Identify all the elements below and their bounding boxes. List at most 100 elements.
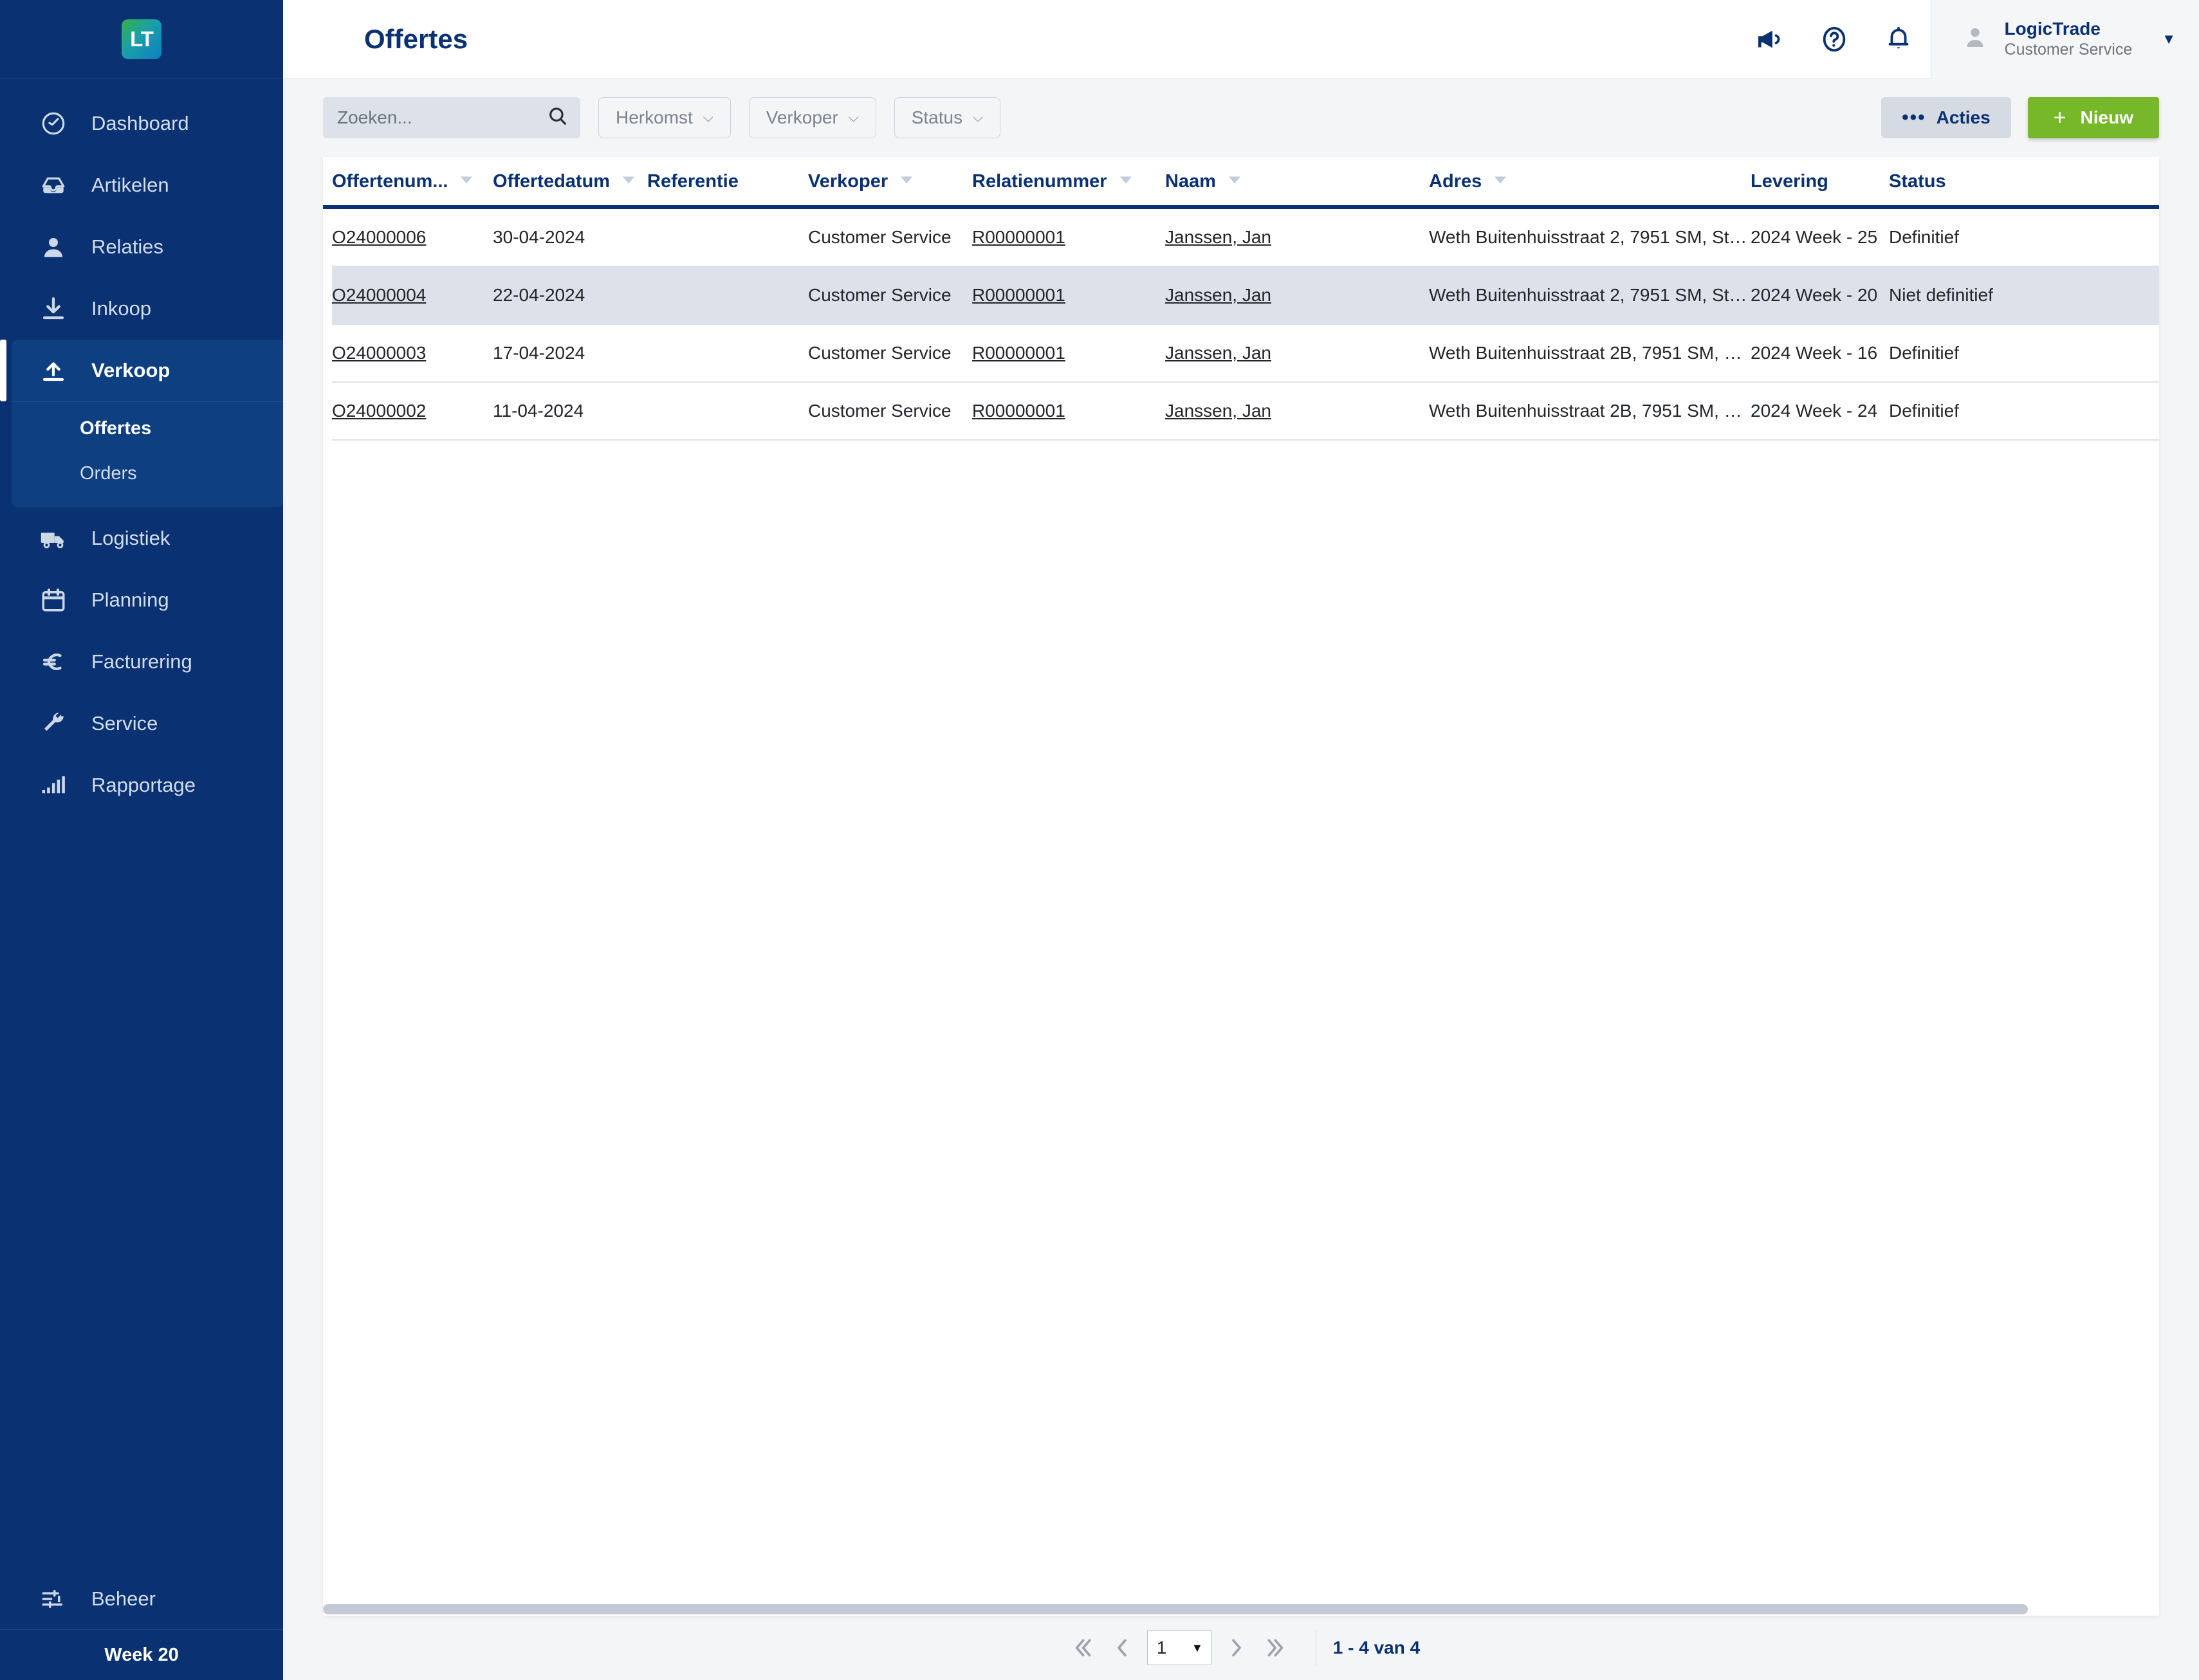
- chevron-down-icon[interactable]: ▼: [2162, 31, 2176, 48]
- last-page-button[interactable]: [1256, 1628, 1296, 1668]
- search-icon[interactable]: [547, 105, 569, 131]
- app-root: LT Dashboard Artikelen Relaties Inkoop V…: [0, 0, 2199, 1680]
- next-page-button[interactable]: [1217, 1628, 1256, 1668]
- acties-button[interactable]: ••• Acties: [1881, 97, 2011, 138]
- chevron-down-icon: ⌵: [973, 110, 984, 125]
- scrollbar-thumb[interactable]: [323, 1604, 2028, 1614]
- nieuw-label: Nieuw: [2080, 107, 2133, 127]
- offerte-link[interactable]: O24000004: [332, 285, 426, 305]
- user-role: Customer Service: [2004, 41, 2133, 59]
- sort-triangle-icon[interactable]: [1228, 171, 1242, 192]
- megaphone-icon[interactable]: [1738, 0, 1802, 78]
- help-circle-icon[interactable]: [1802, 0, 1866, 78]
- user-menu[interactable]: LogicTrade Customer Service ▼: [1930, 0, 2199, 78]
- relatie-link[interactable]: R00000001: [972, 285, 1065, 305]
- sidebar-item-label: Planning: [91, 589, 169, 611]
- column-header-offertedatum[interactable]: Offertedatum: [493, 157, 647, 205]
- sidebar-bottom: Beheer Week 20: [0, 1568, 283, 1680]
- upload-icon: [40, 357, 69, 384]
- sidebar-item-verkoop[interactable]: Verkoop: [0, 340, 283, 401]
- sort-triangle-icon[interactable]: [459, 171, 474, 192]
- truck-icon: [40, 525, 69, 552]
- sidebar-item-facturering[interactable]: Facturering: [0, 631, 283, 693]
- column-header-referentie[interactable]: Referentie: [647, 157, 808, 205]
- naam-link[interactable]: Janssen, Jan: [1165, 227, 1271, 247]
- column-header-levering[interactable]: Levering: [1751, 157, 1889, 205]
- cell-status: Niet definitief: [1889, 285, 1993, 305]
- column-header-naam[interactable]: Naam: [1165, 157, 1429, 205]
- sidebar-item-planning[interactable]: Planning: [0, 569, 283, 631]
- logictrade-logo[interactable]: LT: [122, 19, 161, 59]
- cell-levering: 2024 Week - 20: [1751, 285, 1878, 305]
- naam-link[interactable]: Janssen, Jan: [1165, 401, 1271, 421]
- column-header-adres[interactable]: Adres: [1429, 157, 1751, 205]
- table-row[interactable]: O24000003 17-04-2024 Customer Service R0…: [332, 324, 2159, 382]
- relatie-link[interactable]: R00000001: [972, 401, 1065, 421]
- sort-triangle-icon[interactable]: [1119, 171, 1133, 192]
- column-header-status[interactable]: Status: [1889, 157, 2108, 205]
- sort-triangle-icon[interactable]: [899, 171, 914, 192]
- cell-offertebedrag: 2: [2108, 266, 2159, 324]
- column-header-offertebedrag[interactable]: Offerteb: [2108, 157, 2159, 205]
- column-header-verkoper[interactable]: Verkoper: [808, 157, 972, 205]
- sidebar-item-label: Inkoop: [91, 297, 152, 320]
- column-label: Adres: [1429, 171, 1482, 192]
- sort-triangle-icon[interactable]: [1493, 171, 1507, 192]
- table-header: Offertenum... Offertedatum Referentie Ve…: [323, 157, 2159, 209]
- filter-verkoper[interactable]: Verkoper ⌵: [748, 97, 876, 138]
- offerte-link[interactable]: O24000002: [332, 401, 426, 421]
- cell-adres: Weth Buitenhuisstraat 2B, 7951 SM, Stap.…: [1429, 401, 1751, 421]
- filter-herkomst[interactable]: Herkomst ⌵: [598, 97, 731, 138]
- relatie-link[interactable]: R00000001: [972, 343, 1065, 363]
- naam-link[interactable]: Janssen, Jan: [1165, 343, 1271, 363]
- sort-triangle-icon[interactable]: [621, 171, 636, 192]
- sidebar-item-label: Verkoop: [91, 359, 170, 381]
- sliders-icon: [40, 1585, 69, 1612]
- page-number: 1: [1156, 1638, 1167, 1657]
- cell-status: Definitief: [1889, 401, 1959, 421]
- offerte-link[interactable]: O24000006: [332, 227, 426, 247]
- cell-offertebedrag: [2108, 382, 2159, 440]
- search-input[interactable]: Zoeken...: [323, 97, 580, 138]
- chevron-down-icon: ⌵: [703, 110, 713, 125]
- prev-page-button[interactable]: [1102, 1628, 1142, 1668]
- cell-status: Definitief: [1889, 343, 1959, 363]
- column-label: Status: [1889, 171, 1946, 192]
- sidebar-item-dashboard[interactable]: Dashboard: [0, 93, 283, 154]
- inbox-icon: [40, 172, 69, 199]
- sidebar-item-relaties[interactable]: Relaties: [0, 216, 283, 278]
- column-label: Relatienummer: [972, 171, 1107, 192]
- result-count: 1 - 4 van 4: [1332, 1638, 1421, 1657]
- chevron-down-icon: ⌵: [848, 110, 859, 125]
- first-page-button[interactable]: [1062, 1628, 1102, 1668]
- bell-icon[interactable]: [1866, 0, 1931, 78]
- sidebar-item-orders[interactable]: Orders: [12, 451, 283, 496]
- horizontal-scrollbar[interactable]: [323, 1602, 2159, 1616]
- sidebar-item-artikelen[interactable]: Artikelen: [0, 154, 283, 216]
- sidebar-item-logistiek[interactable]: Logistiek: [0, 507, 283, 569]
- sidebar-item-service[interactable]: Service: [0, 693, 283, 754]
- filter-status[interactable]: Status ⌵: [894, 97, 1001, 138]
- sidebar-subitem-label: Offertes: [80, 417, 152, 439]
- filter-label: Verkoper: [766, 107, 838, 127]
- naam-link[interactable]: Janssen, Jan: [1165, 285, 1271, 305]
- sidebar: LT Dashboard Artikelen Relaties Inkoop V…: [0, 0, 283, 1680]
- offerte-link[interactable]: O24000003: [332, 343, 426, 363]
- table-scroll-area[interactable]: O24000006 30-04-2024 Customer Service R0…: [323, 209, 2159, 1616]
- column-header-relatienummer[interactable]: Relatienummer: [972, 157, 1165, 205]
- sidebar-item-inkoop[interactable]: Inkoop: [0, 278, 283, 340]
- table-row[interactable]: O24000004 22-04-2024 Customer Service R0…: [332, 266, 2159, 324]
- page-select[interactable]: 1 ▼: [1146, 1630, 1211, 1665]
- sidebar-item-rapportage[interactable]: Rapportage: [0, 754, 283, 816]
- column-header-offertenummer[interactable]: Offertenum...: [332, 157, 493, 205]
- sidebar-nav: Dashboard Artikelen Relaties Inkoop Verk…: [0, 78, 283, 1568]
- nieuw-button[interactable]: + Nieuw: [2027, 97, 2159, 138]
- cell-verkoper: Customer Service: [808, 285, 952, 305]
- relatie-link[interactable]: R00000001: [972, 227, 1065, 247]
- table-row[interactable]: O24000006 30-04-2024 Customer Service R0…: [332, 209, 2159, 266]
- table-row[interactable]: O24000002 11-04-2024 Customer Service R0…: [332, 382, 2159, 440]
- filter-label: Status: [911, 107, 963, 127]
- sidebar-item-beheer[interactable]: Beheer: [0, 1568, 283, 1630]
- bar-chart-icon: [40, 772, 69, 799]
- sidebar-item-offertes[interactable]: Offertes: [12, 406, 283, 451]
